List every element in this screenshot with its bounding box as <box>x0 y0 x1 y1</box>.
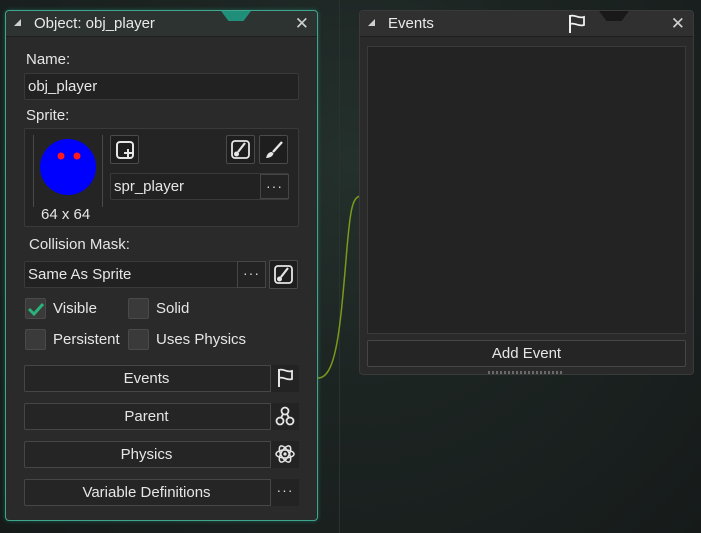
events-list[interactable] <box>367 46 686 334</box>
parent-hierarchy-button[interactable] <box>270 403 299 430</box>
ellipsis-icon: ··· <box>266 178 283 194</box>
object-window-titlebar[interactable]: Object: obj_player ✕ <box>6 11 317 37</box>
events-button[interactable]: Events <box>24 365 299 392</box>
window-tab-notch <box>599 11 629 21</box>
object-window-title: Object: obj_player <box>34 15 155 32</box>
flag-icon <box>278 368 293 387</box>
parent-button[interactable]: Parent <box>24 403 299 430</box>
sprite-thumbnail[interactable] <box>33 135 103 207</box>
physics-atom-button[interactable] <box>270 441 299 468</box>
edit-sprite-button[interactable] <box>226 135 255 164</box>
physics-button-label: Physics <box>120 446 173 463</box>
flag-icon <box>567 14 587 38</box>
collision-mask-field[interactable]: Same As Sprite <box>24 261 265 288</box>
collapse-triangle-icon[interactable] <box>14 19 21 26</box>
parent-button-label: Parent <box>124 408 169 425</box>
variable-definitions-button[interactable]: Variable Definitions ··· <box>24 479 299 506</box>
events-window-title: Events <box>388 15 434 32</box>
visible-label: Visible <box>53 300 97 317</box>
name-field[interactable]: obj_player <box>24 73 299 100</box>
checkmark-icon <box>27 302 45 317</box>
sprite-browse-button[interactable]: ··· <box>260 174 289 199</box>
add-event-button[interactable]: Add Event <box>367 340 686 367</box>
brush-icon <box>265 140 283 158</box>
ellipsis-icon: ··· <box>243 265 260 281</box>
persistent-checkbox[interactable] <box>25 329 46 350</box>
parent-hierarchy-icon <box>275 406 295 426</box>
physics-button[interactable]: Physics <box>24 441 299 468</box>
atom-icon <box>275 445 295 463</box>
edit-image-icon <box>273 264 293 284</box>
persistent-label: Persistent <box>53 331 120 348</box>
sprite-size-label: 64 x 64 <box>41 206 91 223</box>
ellipsis-icon: ··· <box>276 482 294 498</box>
edit-image-icon <box>230 139 250 159</box>
new-sprite-button[interactable] <box>110 135 139 164</box>
events-flag-button[interactable] <box>270 365 299 392</box>
sprite-label: Sprite: <box>26 107 70 124</box>
collision-mask-label: Collision Mask: <box>29 236 130 253</box>
edit-collision-mask-button[interactable] <box>269 260 298 289</box>
collision-mask-value: Same As Sprite <box>28 266 132 283</box>
close-icon[interactable]: ✕ <box>295 14 309 34</box>
name-label: Name: <box>26 51 71 68</box>
uses-physics-label: Uses Physics <box>156 331 247 348</box>
events-window[interactable]: Events ✕ Add Event <box>359 10 694 375</box>
new-sprite-icon <box>115 140 134 159</box>
window-tab-notch <box>221 11 251 21</box>
visible-checkbox[interactable] <box>25 298 46 319</box>
events-button-label: Events <box>123 370 170 387</box>
variable-definitions-more-button[interactable]: ··· <box>270 479 299 506</box>
add-event-label: Add Event <box>491 345 562 362</box>
solid-checkbox[interactable] <box>128 298 149 319</box>
close-icon[interactable]: ✕ <box>671 14 685 34</box>
variable-definitions-label: Variable Definitions <box>82 484 211 501</box>
uses-physics-checkbox[interactable] <box>128 329 149 350</box>
solid-label: Solid <box>156 300 190 317</box>
resize-grip[interactable] <box>488 371 564 374</box>
sprite-name-value: spr_player <box>114 178 185 195</box>
paint-sprite-button[interactable] <box>259 135 288 164</box>
collapse-triangle-icon[interactable] <box>368 19 375 26</box>
collision-mask-browse-button[interactable]: ··· <box>237 261 266 288</box>
events-window-titlebar[interactable]: Events ✕ <box>360 11 693 37</box>
